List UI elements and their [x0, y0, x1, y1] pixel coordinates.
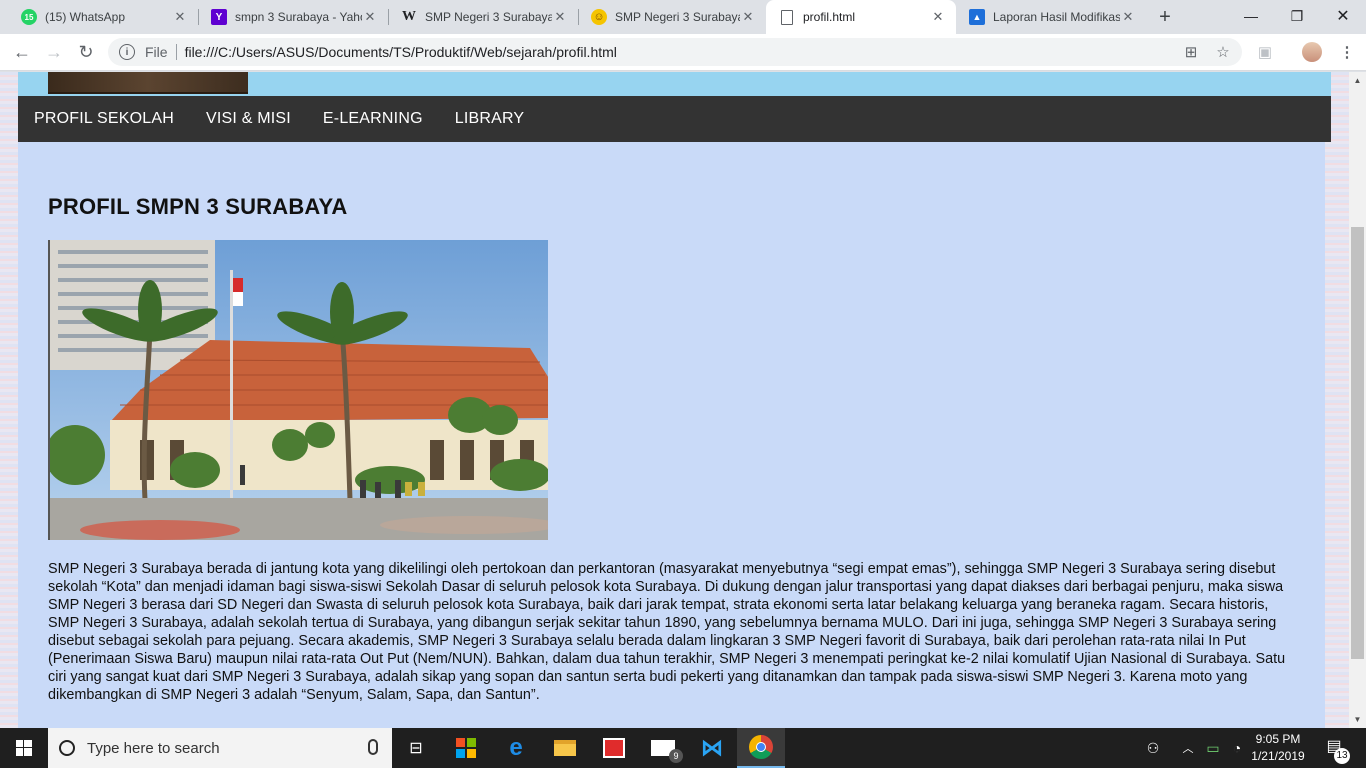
close-icon[interactable]: ✕ — [740, 9, 756, 25]
cortana-icon — [59, 740, 75, 756]
taskbar-search[interactable]: Type here to search — [48, 728, 392, 768]
nav-profil-sekolah[interactable]: PROFIL SEKOLAH — [18, 110, 190, 128]
tab-title: SMP Negeri 3 Surabaya — [425, 10, 552, 24]
chrome-icon[interactable] — [737, 728, 785, 768]
tab-title: Laporan Hasil Modifikasi — [993, 10, 1120, 24]
main-content: PROFIL SMPN 3 SURABAYA SMP Negeri 3 Sura… — [18, 142, 1325, 728]
close-window-button[interactable]: ✕ — [1320, 0, 1366, 32]
site-header — [18, 72, 1331, 96]
store-icon[interactable] — [442, 728, 490, 768]
tab-profil-html[interactable]: profil.html ✕ — [766, 0, 956, 34]
page-title: PROFIL SMPN 3 SURABAYA — [48, 194, 348, 219]
windows-taskbar: Type here to search ⊟ e 9 ⋈ ⚇ ︿ ▭ ◔ 9:05… — [0, 728, 1366, 768]
info-icon[interactable]: i — [119, 44, 135, 60]
extension-icon[interactable]: ▣ — [1254, 41, 1276, 63]
forward-button[interactable]: → — [40, 38, 68, 66]
tab-title: SMP Negeri 3 Surabaya — [615, 10, 740, 24]
menu-icon[interactable]: ⋮ — [1336, 41, 1358, 63]
windows-logo-icon — [16, 740, 32, 756]
task-view-icon[interactable]: ⊟ — [392, 728, 440, 768]
scroll-up-icon[interactable]: ▲ — [1349, 72, 1366, 89]
close-icon[interactable]: ✕ — [362, 9, 378, 25]
reload-button[interactable]: ↻ — [72, 38, 100, 66]
site-navbar: PROFIL SEKOLAH VISI & MISI E-LEARNING LI… — [18, 96, 1331, 142]
tab-title: smpn 3 Surabaya - Yahoo — [235, 10, 362, 24]
tab-whatsapp[interactable]: 15 (15) WhatsApp ✕ — [8, 0, 198, 34]
whatsapp-icon: 15 — [21, 9, 37, 25]
tab-laporan[interactable]: ▲ Laporan Hasil Modifikasi ✕ — [956, 0, 1146, 34]
close-icon[interactable]: ✕ — [552, 9, 568, 25]
tab-wikipedia[interactable]: W SMP Negeri 3 Surabaya ✕ — [388, 0, 578, 34]
scheme-label: File — [145, 44, 168, 60]
wikipedia-icon: W — [402, 9, 416, 24]
mail-icon[interactable]: 9 — [639, 728, 687, 768]
url-text[interactable]: file:///C:/Users/ASUS/Documents/TS/Produ… — [185, 44, 617, 60]
back-button[interactable]: ← — [8, 38, 36, 66]
address-bar[interactable]: i File file:///C:/Users/ASUS/Documents/T… — [108, 38, 1242, 66]
notification-count: 13 — [1334, 748, 1350, 764]
edge-icon[interactable]: e — [492, 728, 540, 768]
browser-toolbar: ← → ↻ i File file:///C:/Users/ASUS/Docum… — [0, 34, 1366, 71]
microphone-icon[interactable] — [368, 739, 378, 755]
profile-avatar[interactable] — [1301, 41, 1323, 63]
scheme-separator — [175, 44, 177, 60]
tab-title: (15) WhatsApp — [45, 10, 126, 24]
new-tab-button[interactable]: + — [1152, 4, 1178, 30]
page-viewport: PROFIL SEKOLAH VISI & MISI E-LEARNING LI… — [0, 72, 1349, 728]
close-icon[interactable]: ✕ — [1120, 9, 1136, 25]
document-icon — [781, 9, 793, 25]
minimize-button[interactable]: — — [1228, 0, 1274, 32]
star-icon[interactable]: ☆ — [1212, 41, 1234, 63]
mail-badge: 9 — [669, 749, 683, 763]
close-icon[interactable]: ✕ — [930, 9, 946, 25]
school-photo — [48, 240, 548, 540]
nav-library[interactable]: LIBRARY — [439, 110, 541, 128]
classroom-icon: ▲ — [969, 9, 985, 25]
nav-visi-misi[interactable]: VISI & MISI — [190, 110, 307, 128]
page-scrollbar[interactable]: ▲ ▼ — [1349, 72, 1366, 728]
system-clock[interactable]: 9:05 PM 1/21/2019 — [1242, 731, 1314, 765]
search-placeholder: Type here to search — [87, 739, 220, 757]
nav-e-learning[interactable]: E-LEARNING — [307, 110, 439, 128]
clock-date: 1/21/2019 — [1251, 749, 1305, 763]
close-icon[interactable]: ✕ — [172, 9, 188, 25]
yahoo-icon: Y — [211, 9, 227, 25]
file-explorer-icon[interactable] — [541, 728, 589, 768]
people-icon[interactable]: ⚇ — [1140, 728, 1166, 768]
scroll-down-icon[interactable]: ▼ — [1349, 711, 1366, 728]
restore-button[interactable]: ❐ — [1274, 0, 1320, 32]
school-emblem-icon: ☺ — [591, 9, 607, 25]
gift-app-icon[interactable] — [590, 728, 638, 768]
translate-icon[interactable]: ⊞ — [1180, 41, 1202, 63]
site-logo — [48, 72, 248, 94]
tab-yahoo[interactable]: Y smpn 3 Surabaya - Yahoo ✕ — [198, 0, 388, 34]
vscode-icon[interactable]: ⋈ — [688, 728, 736, 768]
tab-strip: 15 (15) WhatsApp ✕ Y smpn 3 Surabaya - Y… — [0, 0, 1366, 34]
start-button[interactable] — [0, 728, 48, 768]
chevron-up-icon[interactable]: ︿ — [1176, 728, 1200, 768]
tab-school-site[interactable]: ☺ SMP Negeri 3 Surabaya ✕ — [578, 0, 766, 34]
action-center-icon[interactable]: ▤ 13 — [1322, 736, 1350, 764]
profile-article-text: SMP Negeri 3 Surabaya berada di jantung … — [48, 561, 1286, 703]
tab-title: profil.html — [803, 10, 856, 24]
battery-icon[interactable]: ▭ — [1202, 728, 1224, 768]
clock-time: 9:05 PM — [1255, 732, 1301, 746]
scrollbar-thumb[interactable] — [1351, 227, 1364, 659]
